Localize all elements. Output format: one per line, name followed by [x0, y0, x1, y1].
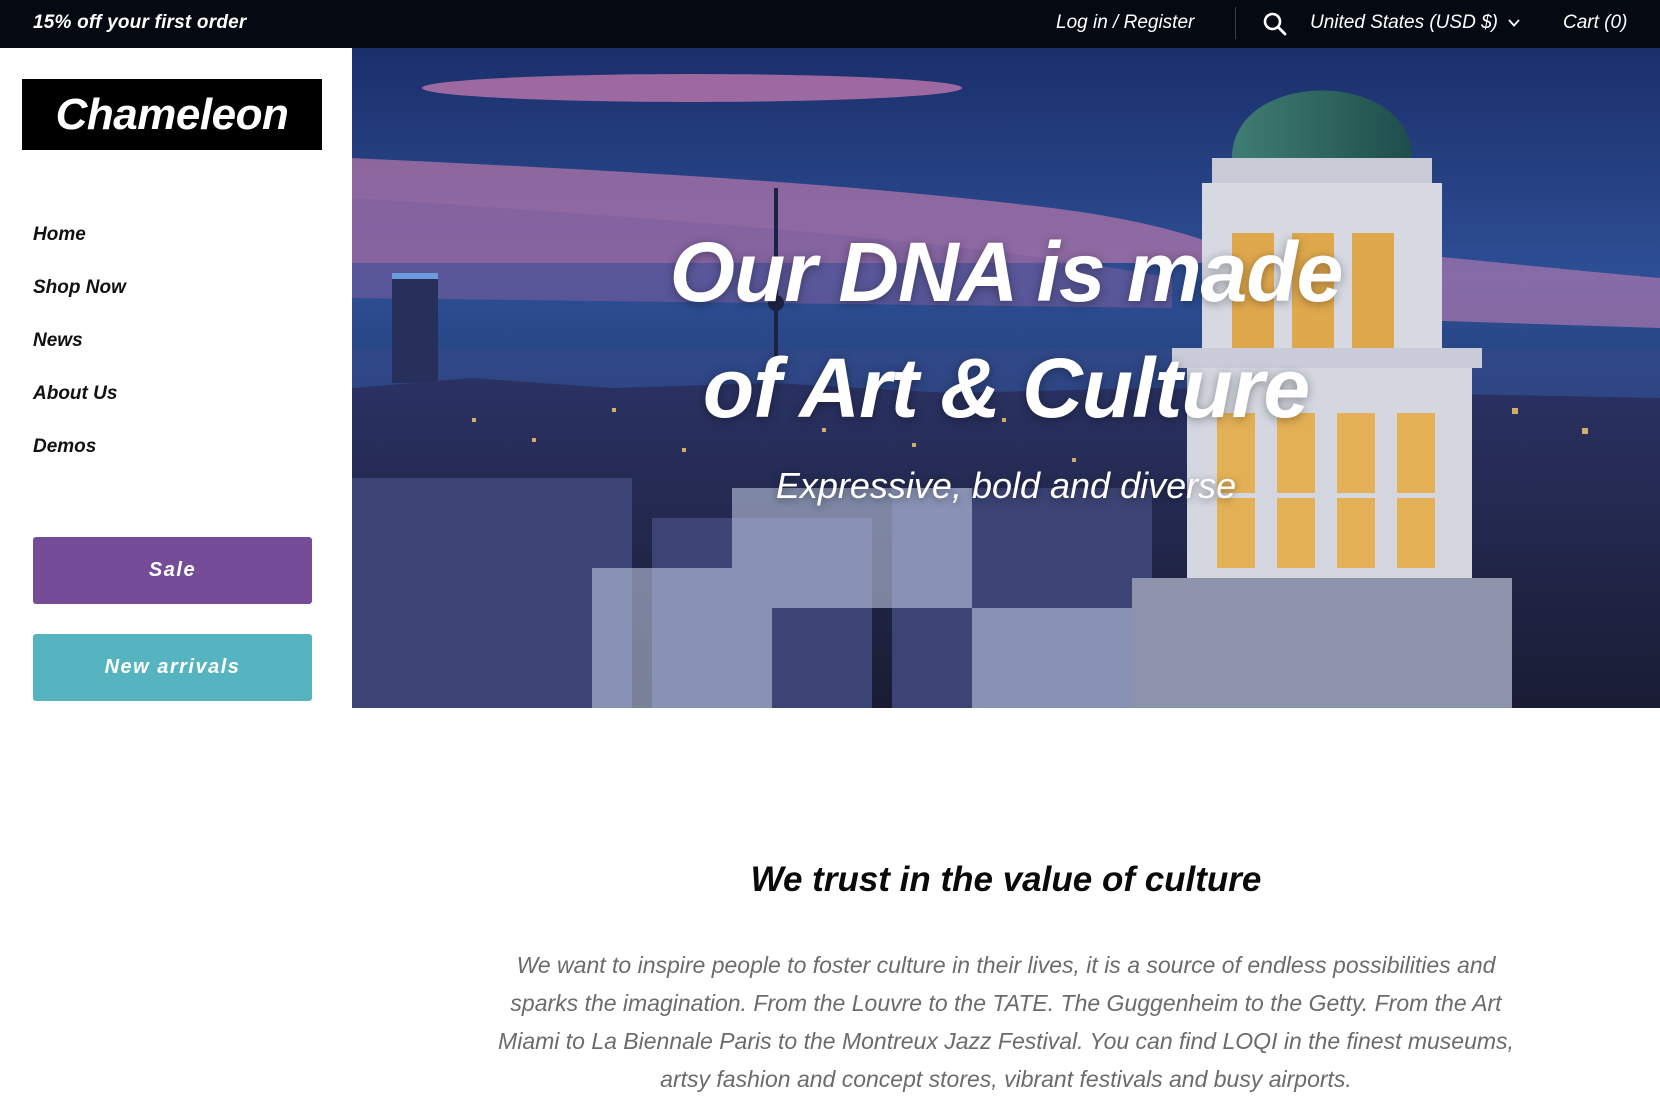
hero-title-line-1: Our DNA is made: [669, 225, 1344, 319]
hero-subtitle: Expressive, bold and diverse: [775, 465, 1237, 506]
nav-item-home[interactable]: Home: [33, 224, 126, 277]
nav-item-demos[interactable]: Demos: [33, 436, 126, 489]
nav-item-shop-now[interactable]: Shop Now: [33, 277, 126, 330]
nav-item-about-us[interactable]: About Us: [33, 383, 126, 436]
sale-button[interactable]: Sale: [33, 537, 312, 604]
main-nav: Home Shop Now News About Us Demos: [33, 224, 126, 489]
sidebar: Chameleon Home Shop Now News About Us De…: [0, 48, 352, 708]
currency-selector[interactable]: United States (USD $): [1310, 12, 1522, 34]
nav-item-news[interactable]: News: [33, 330, 126, 383]
logo[interactable]: Chameleon: [22, 79, 322, 150]
announcement-bar: 15% off your first order Log in / Regist…: [0, 0, 1660, 48]
section-body-text: We want to inspire people to foster cult…: [498, 952, 1514, 1092]
promo-text[interactable]: 15% off your first order: [33, 12, 247, 34]
topbar-divider: [1235, 7, 1236, 39]
cart-link[interactable]: Cart (0): [1563, 12, 1627, 34]
search-icon[interactable]: [1262, 11, 1288, 37]
currency-label: United States (USD $): [1310, 12, 1498, 33]
chevron-down-icon: [1508, 19, 1520, 27]
hero-banner: Our DNA is made of Art & Culture Express…: [352, 48, 1660, 708]
hero-title: Our DNA is made of Art & Culture: [352, 214, 1660, 446]
new-arrivals-button[interactable]: New arrivals: [33, 634, 312, 701]
login-register-link[interactable]: Log in / Register: [1056, 12, 1194, 34]
section-heading: We trust in the value of culture: [750, 860, 1262, 899]
hero-title-line-2: of Art & Culture: [702, 341, 1310, 435]
